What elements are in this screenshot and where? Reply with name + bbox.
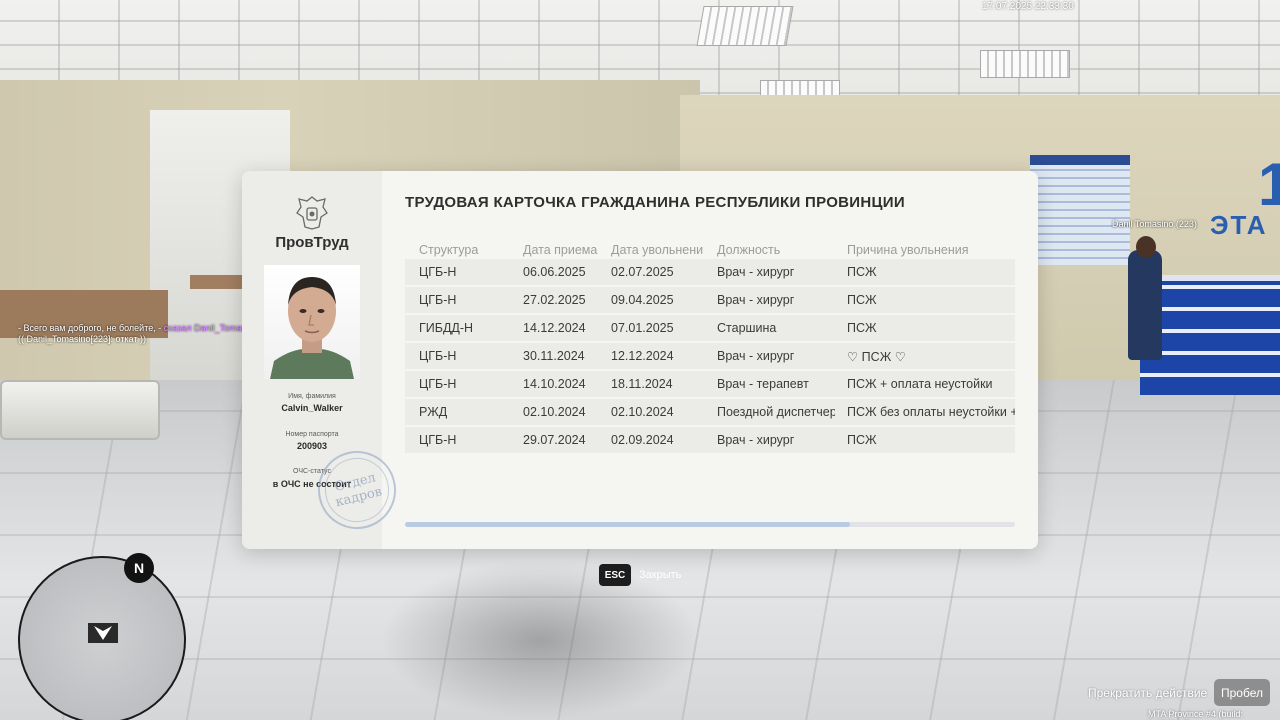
portrait-image: [270, 277, 354, 379]
passport-label: Номер паспорта: [285, 431, 339, 438]
name-value: Calvin_Walker: [281, 403, 343, 413]
cell-position: Врач - хирург: [717, 265, 795, 279]
work-card-modal: ПровТруд Имя, фамилия Calvin_Walker Номе…: [242, 171, 1038, 549]
card-title: ТРУДОВАЯ КАРТОЧКА ГРАЖДАНИНА РЕСПУБЛИКИ …: [405, 194, 905, 211]
cell-structure: ЦГБ-Н: [419, 265, 457, 279]
citizen-photo: [264, 265, 360, 379]
cell-reason: ПСЖ + оплата неустойки: [847, 377, 993, 391]
cell-reason: ПСЖ: [847, 265, 877, 279]
datetime: 17.07.2025 22:33:30: [982, 1, 1074, 12]
cell-hire-date: 27.02.2025: [523, 293, 586, 307]
cell-reason: ПСЖ: [847, 293, 877, 307]
info-board: [1030, 155, 1130, 265]
cell-position: Поездной диспетчер: [717, 405, 835, 419]
column-header: Дата приема: [523, 243, 598, 257]
cell-dismissal-date: 18.11.2024: [611, 377, 673, 391]
org-name: ПровТруд: [275, 234, 349, 251]
passport-value: 200903: [296, 441, 328, 451]
stamp-text: Отдел: [333, 470, 378, 496]
column-header: Структура: [419, 243, 479, 257]
cell-hire-date: 02.10.2024: [523, 405, 586, 419]
cell-reason: ПСЖ без оплаты неустойки +: [847, 405, 1015, 419]
table-row: ЦГБ-Н 29.07.2024 02.09.2024 Врач - хирур…: [405, 427, 1015, 453]
column-header: Причина увольнения: [847, 243, 969, 257]
cell-position: Врач - хирург: [717, 293, 795, 307]
cell-structure: ЦГБ-Н: [419, 349, 457, 363]
cell-reason: ПСЖ: [847, 433, 877, 447]
cell-dismissal-date: 02.10.2024: [611, 405, 674, 419]
cell-position: Врач - хирург: [717, 349, 795, 363]
cancel-action-label: Прекратить действие: [1088, 686, 1208, 700]
cell-dismissal-date: 12.12.2024: [611, 349, 674, 363]
cell-position: Старшина: [717, 321, 777, 335]
cell-dismissal-date: 02.07.2025: [611, 265, 674, 279]
cell-structure: ГИБДД-Н: [419, 321, 474, 335]
ceiling-lamp: [696, 6, 794, 46]
space-key-button[interactable]: Пробел: [1214, 679, 1270, 706]
name-label: Имя, фамилия: [288, 393, 336, 400]
bench-seat: [0, 380, 160, 440]
npc-body: [1128, 250, 1162, 360]
cell-hire-date: 29.07.2024: [523, 433, 586, 447]
bench-far: [190, 275, 242, 289]
stage-sign: ЭТА: [1210, 210, 1268, 240]
table-row: РЖД 02.10.2024 02.10.2024 Поездной диспе…: [405, 399, 1015, 425]
cell-structure: ЦГБ-Н: [419, 433, 457, 447]
table-header: Структура Дата приема Дата увольнени Дол…: [405, 243, 1017, 259]
card-sidebar: ПровТруд Имя, фамилия Calvin_Walker Номе…: [242, 171, 405, 549]
table-row: ЦГБ-Н 30.11.2024 12.12.2024 Врач - хирур…: [405, 343, 1015, 369]
cell-hire-date: 14.12.2024: [523, 321, 586, 335]
column-header: Дата увольнени: [611, 243, 704, 257]
table-row: ЦГБ-Н 27.02.2025 09.04.2025 Врач - хирур…: [405, 287, 1015, 313]
cell-structure: ЦГБ-Н: [419, 293, 457, 307]
close-label[interactable]: Закрыть: [639, 569, 681, 581]
ceiling-lamp: [980, 50, 1070, 78]
scrollbar-thumb[interactable]: [405, 522, 851, 527]
build-info: MTA Province #4 (build: 6.12414.5): [1148, 709, 1243, 720]
horizontal-scrollbar[interactable]: [405, 522, 1015, 527]
table-row: ЦГБ-Н 14.10.2024 18.11.2024 Врач - терап…: [405, 371, 1015, 397]
cell-dismissal-date: 09.04.2025: [611, 293, 674, 307]
coat-of-arms-icon: [296, 196, 328, 230]
floor-shadow: [380, 560, 700, 720]
cell-hire-date: 06.06.2025: [523, 265, 586, 279]
npc-nametag: Danil Tomasino (223): [1112, 219, 1197, 229]
npc-head: [1136, 236, 1156, 258]
cell-structure: ЦГБ-Н: [419, 377, 457, 391]
chat-text: - Всего вам доброго, не болейте, -: [18, 323, 164, 333]
cell-dismissal-date: 07.01.2025: [611, 321, 674, 335]
player-marker-icon: [88, 623, 118, 643]
cell-structure: РЖД: [419, 405, 448, 419]
cell-reason: ПСЖ: [847, 321, 877, 335]
card-main: ТРУДОВАЯ КАРТОЧКА ГРАЖДАНИНА РЕСПУБЛИКИ …: [382, 171, 1038, 549]
employment-table[interactable]: ЦГБ-Н 06.06.2025 02.07.2025 Врач - хирур…: [405, 259, 1015, 455]
column-header: Должность: [717, 243, 781, 257]
cell-reason: ♡ ПСЖ ♡: [847, 350, 906, 364]
stage-number: 1: [1258, 151, 1280, 218]
cell-dismissal-date: 02.09.2024: [611, 433, 674, 447]
cell-position: Врач - хирург: [717, 433, 795, 447]
esc-key-button[interactable]: ESC: [599, 564, 631, 586]
table-row: ГИБДД-Н 14.12.2024 07.01.2025 Старшина П…: [405, 315, 1015, 341]
cell-position: Врач - терапевт: [717, 377, 809, 391]
cell-hire-date: 14.10.2024: [523, 377, 586, 391]
stamp-text: кадров: [334, 484, 384, 511]
table-row: ЦГБ-Н 06.06.2025 02.07.2025 Врач - хирур…: [405, 259, 1015, 285]
north-indicator-icon: N: [124, 553, 154, 583]
cell-hire-date: 30.11.2024: [523, 349, 585, 363]
